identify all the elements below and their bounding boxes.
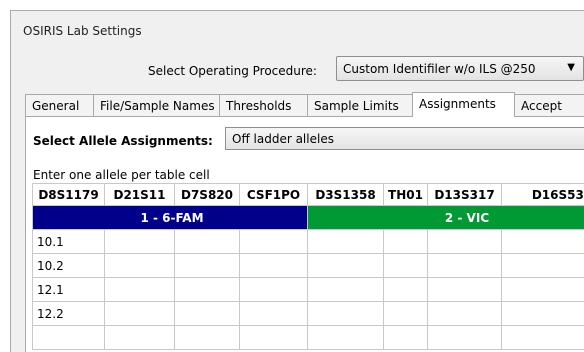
- allele-cell[interactable]: [240, 326, 308, 350]
- allele-cell[interactable]: [240, 254, 308, 278]
- allele-cell[interactable]: [308, 254, 384, 278]
- allele-cell[interactable]: [428, 254, 502, 278]
- allele-cell[interactable]: [384, 254, 428, 278]
- allele-cell[interactable]: [384, 230, 428, 254]
- allele-cell[interactable]: [384, 302, 428, 326]
- allele-cell[interactable]: [105, 278, 175, 302]
- assignments-label: Select Allele Assignments:: [33, 134, 213, 148]
- allele-cell[interactable]: [502, 326, 584, 350]
- allele-cell[interactable]: [384, 278, 428, 302]
- allele-cell[interactable]: [308, 278, 384, 302]
- table-hint: Enter one allele per table cell: [33, 168, 210, 182]
- allele-cell[interactable]: [384, 326, 428, 350]
- allele-cell[interactable]: [308, 302, 384, 326]
- table-row: 10.2: [33, 254, 584, 278]
- allele-cell[interactable]: [105, 326, 175, 350]
- column-header-row: D8S1179 D21S11 D7S820 CSF1PO D3S1358 TH0…: [33, 184, 584, 206]
- dye-header-vic: 2 - VIC: [308, 206, 584, 230]
- window-title: OSIRIS Lab Settings: [23, 24, 142, 38]
- allele-cell[interactable]: 10.2: [33, 254, 105, 278]
- column-header[interactable]: D7S820: [175, 184, 240, 206]
- column-header[interactable]: TH01: [384, 184, 428, 206]
- tab-assignments[interactable]: Assignments: [412, 92, 515, 117]
- assignments-selected-value: Off ladder alleles: [232, 132, 334, 146]
- allele-cell[interactable]: [428, 326, 502, 350]
- table-row: [33, 326, 584, 350]
- procedure-select[interactable]: Custom Identifiler w/o ILS @250 ▼: [336, 56, 584, 81]
- allele-cell[interactable]: [175, 230, 240, 254]
- allele-table: D8S1179 D21S11 D7S820 CSF1PO D3S1358 TH0…: [32, 183, 584, 350]
- table-row: 10.1: [33, 230, 584, 254]
- dye-header-fam: 1 - 6-FAM: [33, 206, 308, 230]
- column-header[interactable]: D13S317: [428, 184, 502, 206]
- column-header[interactable]: CSF1PO: [240, 184, 308, 206]
- tab-general[interactable]: General: [25, 94, 94, 116]
- column-header[interactable]: D21S11: [105, 184, 175, 206]
- procedure-selected-value: Custom Identifiler w/o ILS @250: [343, 62, 536, 76]
- allele-cell[interactable]: [428, 302, 502, 326]
- assignments-select[interactable]: Off ladder alleles: [225, 127, 584, 150]
- column-header[interactable]: D16S539: [502, 184, 584, 206]
- allele-cell[interactable]: [240, 230, 308, 254]
- allele-cell[interactable]: [502, 230, 584, 254]
- allele-cell[interactable]: [105, 302, 175, 326]
- allele-cell[interactable]: [308, 326, 384, 350]
- allele-cell[interactable]: [240, 278, 308, 302]
- allele-cell[interactable]: 12.1: [33, 278, 105, 302]
- lab-settings-window: OSIRIS Lab Settings Select Operating Pro…: [10, 10, 584, 352]
- tab-file-sample-names[interactable]: File/Sample Names: [93, 94, 220, 116]
- allele-cell[interactable]: [175, 254, 240, 278]
- allele-cell[interactable]: [33, 326, 105, 350]
- allele-cell[interactable]: [428, 278, 502, 302]
- tab-sample-limits[interactable]: Sample Limits: [307, 94, 413, 116]
- allele-cell[interactable]: 12.2: [33, 302, 105, 326]
- tab-accept[interactable]: Accept: [514, 94, 584, 116]
- allele-cell[interactable]: [502, 302, 584, 326]
- allele-cell[interactable]: [428, 230, 502, 254]
- assignments-panel: Select Allele Assignments: Off ladder al…: [25, 116, 584, 352]
- allele-cell[interactable]: [105, 230, 175, 254]
- allele-cell[interactable]: [502, 254, 584, 278]
- allele-cell[interactable]: [175, 278, 240, 302]
- chevron-down-icon: ▼: [567, 62, 575, 73]
- allele-cell[interactable]: [502, 278, 584, 302]
- procedure-label: Select Operating Procedure:: [148, 64, 317, 78]
- column-header[interactable]: D3S1358: [308, 184, 384, 206]
- tab-bar: General File/Sample Names Thresholds Sam…: [25, 92, 584, 117]
- allele-cell[interactable]: [308, 230, 384, 254]
- allele-cell[interactable]: [105, 254, 175, 278]
- allele-cell[interactable]: 10.1: [33, 230, 105, 254]
- allele-cell[interactable]: [175, 326, 240, 350]
- tab-thresholds[interactable]: Thresholds: [219, 94, 308, 116]
- dye-header-row: 1 - 6-FAM 2 - VIC: [33, 206, 584, 230]
- column-header[interactable]: D8S1179: [33, 184, 105, 206]
- allele-cell[interactable]: [240, 302, 308, 326]
- allele-cell[interactable]: [175, 302, 240, 326]
- table-row: 12.2: [33, 302, 584, 326]
- table-row: 12.1: [33, 278, 584, 302]
